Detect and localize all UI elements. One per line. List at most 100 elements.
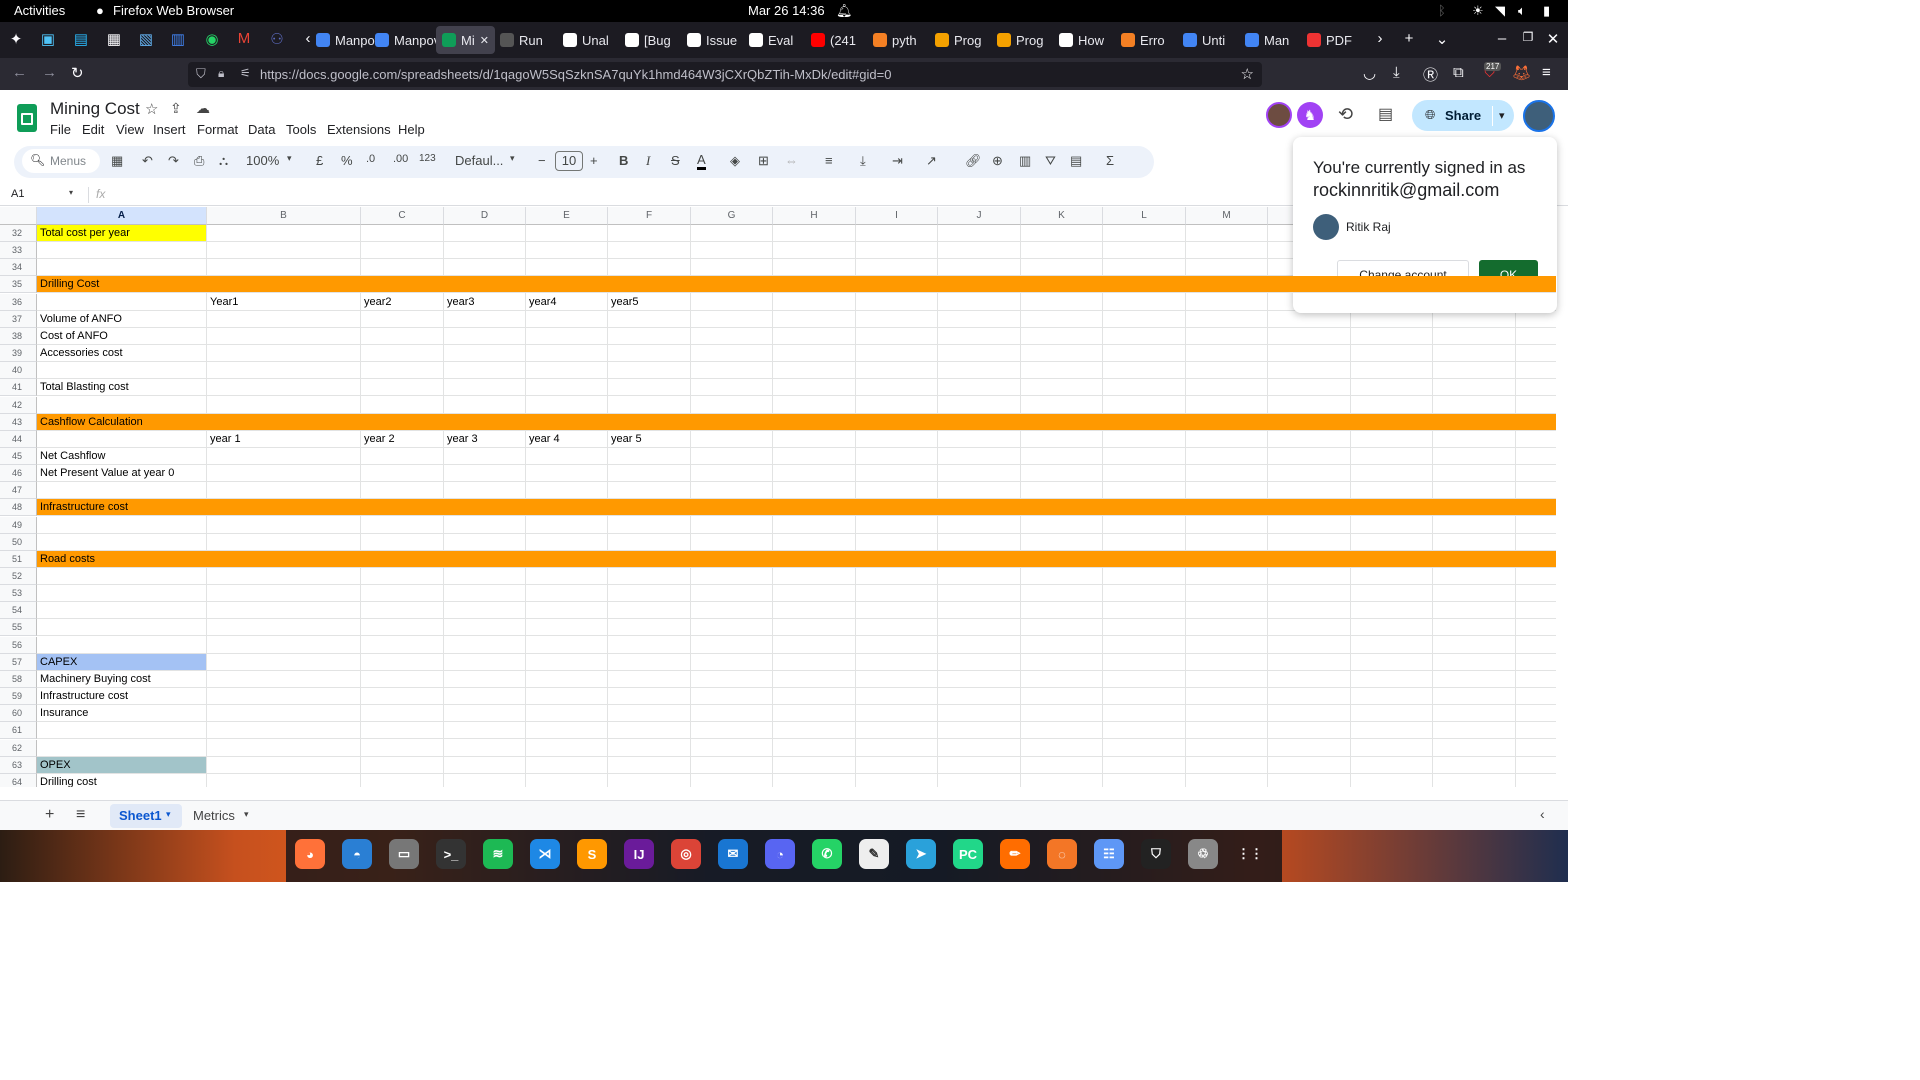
metamask-icon[interactable]: 🦊︎ (1512, 64, 1531, 82)
fill-color-icon[interactable]: ◈ (730, 153, 740, 169)
sheet-row[interactable]: Road costs (37, 550, 1556, 568)
sheet-row[interactable] (37, 637, 1556, 654)
sheet-row[interactable] (37, 585, 1556, 603)
minimize-icon[interactable]: – (1494, 30, 1510, 48)
paint-format-icon[interactable]: ⛬ (219, 153, 228, 169)
menu-extensions[interactable]: Extensions (327, 122, 391, 137)
text-wrap-icon[interactable]: ⇥ (892, 153, 903, 169)
cell-a[interactable]: Net Present Value at year 0 (40, 465, 174, 481)
row-header[interactable]: 51 (0, 550, 37, 568)
column-header[interactable]: D (444, 207, 526, 225)
column-header[interactable]: F (608, 207, 691, 225)
explore-collapse-icon[interactable]: ‹ (1540, 806, 1545, 822)
sheet-row[interactable]: Insurance (37, 705, 1556, 723)
cell-c[interactable]: year2 (364, 294, 392, 310)
cell-a[interactable]: Accessories cost (40, 345, 123, 361)
cell-a[interactable]: Volume of ANFO (40, 311, 122, 327)
restore-icon[interactable]: ❐ (1520, 30, 1536, 48)
sheet-row[interactable] (37, 619, 1556, 637)
sheet-row[interactable]: Volume of ANFO (37, 311, 1556, 328)
row-header[interactable]: 38 (0, 327, 37, 345)
insert-chart-icon[interactable]: ▥ (1019, 153, 1031, 169)
row-header[interactable]: 59 (0, 688, 37, 706)
account-avatar[interactable] (1523, 100, 1555, 132)
sublime-icon[interactable]: S (577, 839, 607, 869)
menu-insert[interactable]: Insert (153, 122, 186, 137)
browser-tab[interactable]: Prog (997, 26, 1043, 54)
vertical-align-icon[interactable]: ⤓ (860, 153, 866, 169)
functions-icon[interactable]: Σ (1106, 153, 1114, 168)
browser-tab[interactable]: (241 (811, 26, 856, 54)
browser-tab[interactable]: Man (1245, 26, 1289, 54)
downloads-icon[interactable]: ⤓ (1393, 64, 1400, 81)
font-family-select[interactable]: Defaul... (455, 153, 503, 168)
cloud-status-icon[interactable]: ☁ (196, 100, 210, 117)
pinned-whatsapp-icon[interactable]: ◉ (204, 30, 220, 48)
row-header[interactable]: 35 (0, 276, 37, 294)
row-header[interactable]: 42 (0, 396, 37, 414)
cell-f[interactable]: year 5 (611, 431, 642, 447)
bluemail-icon[interactable]: ✉ (718, 839, 748, 869)
sheet-row[interactable]: Cashflow Calculation (37, 413, 1556, 431)
spotify-icon[interactable]: ≋ (483, 839, 513, 869)
drawing-icon[interactable]: ✏ (1000, 839, 1030, 869)
sheet-row[interactable] (37, 517, 1556, 534)
menu-edit[interactable]: Edit (82, 122, 104, 137)
clock[interactable]: Mar 26 14:36 (748, 3, 825, 18)
browser-tab[interactable]: Eval (749, 26, 793, 54)
activities-button[interactable]: Activities (14, 3, 65, 18)
calendar-icon[interactable]: ▦ (111, 153, 123, 169)
sheet-row[interactable]: OPEX (37, 756, 1556, 774)
sheet-row[interactable]: Net Cashflow (37, 448, 1556, 465)
select-all-corner[interactable] (0, 207, 37, 225)
pinned-tab-icon[interactable]: ▣ (40, 30, 56, 48)
column-header[interactable]: E (526, 207, 608, 225)
row-header[interactable]: 36 (0, 293, 37, 311)
whatsapp-icon[interactable]: ✆ (812, 839, 842, 869)
extensions-puzzle-icon[interactable]: ⧉ (1453, 64, 1464, 81)
row-header[interactable]: 62 (0, 739, 37, 757)
row-header[interactable]: 60 (0, 705, 37, 723)
merge-cells-icon[interactable]: ⇔ (785, 153, 798, 168)
tab-scroll-left-icon[interactable]: ‹ (300, 30, 316, 48)
font-size-increase-icon[interactable]: + (590, 153, 598, 168)
sheet-row[interactable] (37, 534, 1556, 551)
row-header[interactable]: 53 (0, 585, 37, 603)
sheet-row[interactable]: CAPEX (37, 653, 1556, 671)
cell-e[interactable]: year4 (529, 294, 557, 310)
font-size-decrease-icon[interactable]: − (538, 153, 546, 168)
sheet-row[interactable] (37, 482, 1556, 500)
sheet-row[interactable] (37, 397, 1556, 414)
menu-tools[interactable]: Tools (286, 122, 316, 137)
comments-icon[interactable]: ▤ (1378, 104, 1393, 124)
telegram-icon[interactable]: ➤ (906, 839, 936, 869)
pycharm-icon[interactable]: PC (953, 839, 983, 869)
row-header[interactable]: 40 (0, 362, 37, 380)
vertical-scrollbar[interactable] (1556, 207, 1568, 787)
row-header[interactable]: 34 (0, 259, 37, 277)
menu-file[interactable]: File (50, 122, 71, 137)
horizontal-scrollbar[interactable] (37, 787, 1556, 800)
filter-icon[interactable]: ⛛ (1045, 153, 1056, 169)
cell-f[interactable]: year5 (611, 294, 639, 310)
cell-c[interactable]: year 2 (364, 431, 395, 447)
all-sheets-icon[interactable]: ≡ (76, 806, 85, 824)
sheet-row[interactable]: Accessories cost (37, 345, 1556, 363)
row-header[interactable]: 55 (0, 619, 37, 637)
close-window-icon[interactable]: ✕ (1545, 30, 1561, 48)
pinned-tab-icon[interactable]: ✦ (8, 30, 24, 48)
row-header[interactable]: 57 (0, 653, 37, 671)
menu-data[interactable]: Data (248, 122, 275, 137)
pinned-tab-icon[interactable]: ▧ (138, 30, 154, 48)
trash-icon[interactable]: ♲ (1188, 839, 1218, 869)
undo-icon[interactable]: ↶ (142, 153, 153, 169)
pocket-icon[interactable]: ◡ (1363, 64, 1376, 82)
font-dropdown-icon[interactable]: ▾ (510, 153, 515, 164)
row-header[interactable]: 49 (0, 516, 37, 534)
percent-button[interactable]: % (341, 153, 353, 168)
browser-tab[interactable]: pyth (873, 26, 917, 54)
row-header[interactable]: 41 (0, 379, 37, 397)
terminal-icon[interactable]: >_ (436, 839, 466, 869)
row-header[interactable]: 50 (0, 533, 37, 551)
sheet-row[interactable] (37, 362, 1556, 380)
